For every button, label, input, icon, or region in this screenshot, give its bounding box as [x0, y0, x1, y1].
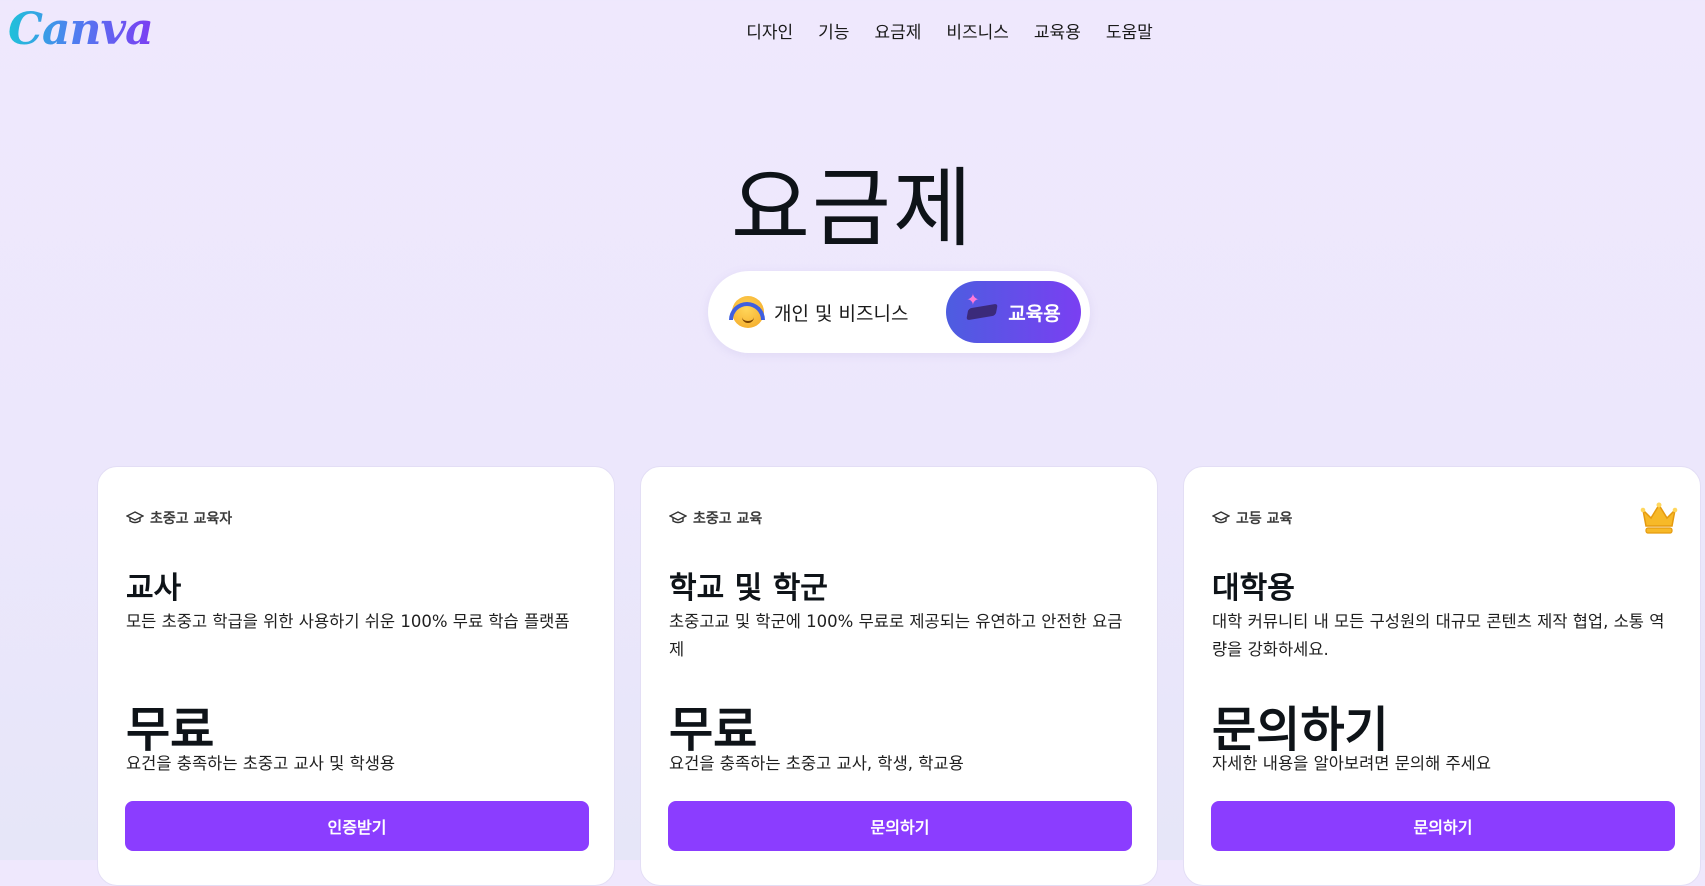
toggle-education-label: 교육용: [1008, 302, 1061, 325]
contact-us-button[interactable]: 문의하기: [668, 801, 1132, 851]
page-title: 요금제: [730, 159, 975, 259]
plan-tier: 초중고 교육: [669, 508, 762, 528]
plan-name: 학교 및 학군: [669, 571, 828, 606]
nav-item-features[interactable]: 기능: [818, 18, 849, 43]
plan-card-teacher: 초중고 교육자 교사 모든 초중고 학급을 위한 사용하기 쉬운 100% 무료…: [97, 466, 615, 886]
toggle-personal-label: 개인 및 비즈니스: [774, 302, 909, 325]
graduation-cap-icon: [966, 290, 998, 328]
plan-note: 자세한 내용을 알아보려면 문의해 주세요: [1212, 754, 1492, 773]
plan-description: 대학 커뮤니티 내 모든 구성원의 대규모 콘텐츠 제작 협업, 소통 역량을 …: [1212, 612, 1665, 659]
plan-tier-label: 초중고 교육자: [150, 511, 233, 527]
plan-tier-label: 고등 교육: [1236, 511, 1293, 527]
get-verified-button[interactable]: 인증받기: [125, 801, 589, 851]
nav-item-plans[interactable]: 요금제: [874, 18, 921, 43]
plan-tier: 초중고 교육자: [126, 508, 232, 528]
nav-item-help[interactable]: 도움말: [1106, 18, 1153, 43]
plan-description: 초중고교 및 학군에 100% 무료로 제공되는 유연하고 안전한 요금제: [669, 612, 1123, 659]
plan-audience-toggle: 개인 및 비즈니스 교육용: [708, 271, 1090, 353]
nav-item-design[interactable]: 디자인: [746, 18, 793, 43]
plan-card-university: 고등 교육 대학용 대학 커뮤니티 내 모든 구성원의 대규모 콘텐츠 제작 협…: [1183, 466, 1701, 886]
plan-description: 모든 초중고 학급을 위한 사용하기 쉬운 100% 무료 학습 플랫폼: [126, 612, 570, 631]
mortarboard-icon: [126, 511, 144, 525]
nav-item-education[interactable]: 교육용: [1034, 18, 1081, 43]
toggle-education[interactable]: 교육용: [946, 281, 1081, 343]
plan-card-schools: 초중고 교육 학교 및 학군 초중고교 및 학군에 100% 무료로 제공되는 …: [640, 466, 1158, 886]
plan-tier: 고등 교육: [1212, 508, 1292, 528]
plan-note: 요건을 충족하는 초중고 교사 및 학생용: [126, 754, 396, 773]
top-nav: 디자인 기능 요금제 비즈니스 교육용 도움말: [0, 18, 1705, 43]
plan-name: 교사: [126, 571, 182, 606]
headphones-face-icon: [729, 296, 765, 328]
crown-icon: [1640, 502, 1678, 534]
plan-tier-label: 초중고 교육: [693, 511, 763, 527]
toggle-personal-business[interactable]: 개인 및 비즈니스: [729, 281, 909, 343]
nav-item-business[interactable]: 비즈니스: [946, 18, 1009, 43]
contact-us-button[interactable]: 문의하기: [1211, 801, 1675, 851]
mortarboard-icon: [669, 511, 687, 525]
mortarboard-icon: [1212, 511, 1230, 525]
plan-name: 대학용: [1212, 571, 1295, 606]
plan-note: 요건을 충족하는 초중고 교사, 학생, 학교용: [669, 754, 964, 773]
